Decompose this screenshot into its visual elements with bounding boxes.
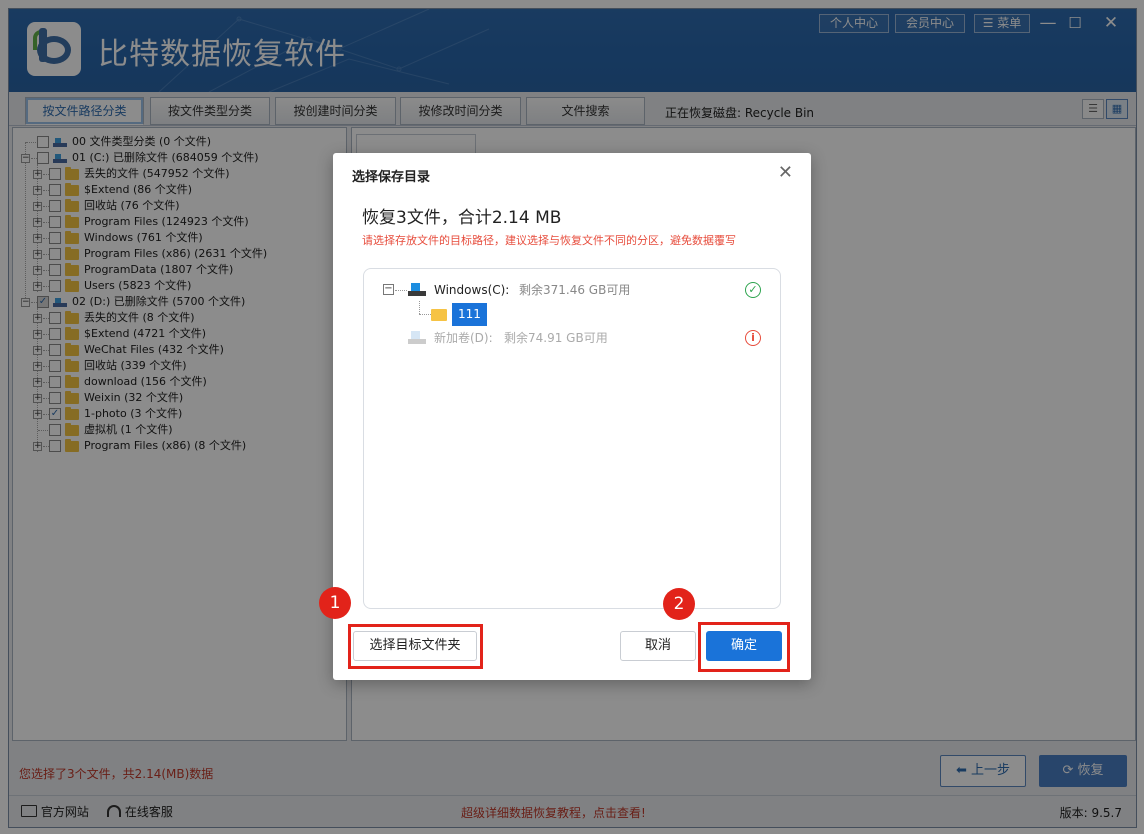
drive-icon (408, 283, 426, 296)
drive-icon (408, 331, 426, 344)
drive-d-free: 剩余74.91 GB可用 (504, 331, 608, 345)
step-badge-1: 1 (319, 587, 351, 619)
dialog-close-icon[interactable]: ✕ (778, 162, 793, 183)
warning-icon: i (745, 330, 761, 346)
dialog-heading: 恢复3文件，合计2.14 MB (362, 208, 562, 228)
step-badge-2: 2 (663, 588, 695, 620)
collapse-icon[interactable]: − (383, 284, 394, 295)
check-circle-icon: ✓ (745, 282, 761, 298)
cancel-button[interactable]: 取消 (620, 631, 696, 661)
dialog-hint: 请选择存放文件的目标路径，建议选择与恢复文件不同的分区，避免数据覆写 (362, 234, 736, 247)
directory-tree: − Windows(C): 剩余371.46 GB可用 ✓ 111 新加卷(D)… (363, 268, 781, 609)
save-directory-dialog: 选择保存目录 ✕ 恢复3文件，合计2.14 MB 请选择存放文件的目标路径，建议… (319, 153, 811, 680)
folder-111-row[interactable]: 111 (364, 303, 780, 326)
drive-c-row[interactable]: − Windows(C): 剩余371.46 GB可用 ✓ (364, 279, 780, 301)
folder-icon (431, 309, 447, 321)
drive-c-label: Windows(C): (434, 283, 510, 297)
drive-d-row: 新加卷(D): 剩余74.91 GB可用 i (364, 327, 780, 349)
selected-folder-label[interactable]: 111 (452, 303, 487, 326)
drive-c-free: 剩余371.46 GB可用 (519, 283, 631, 297)
dialog-title: 选择保存目录 (352, 170, 431, 185)
highlight-box-1 (348, 624, 483, 669)
drive-d-label: 新加卷(D): (434, 331, 493, 345)
highlight-box-2 (698, 622, 790, 672)
